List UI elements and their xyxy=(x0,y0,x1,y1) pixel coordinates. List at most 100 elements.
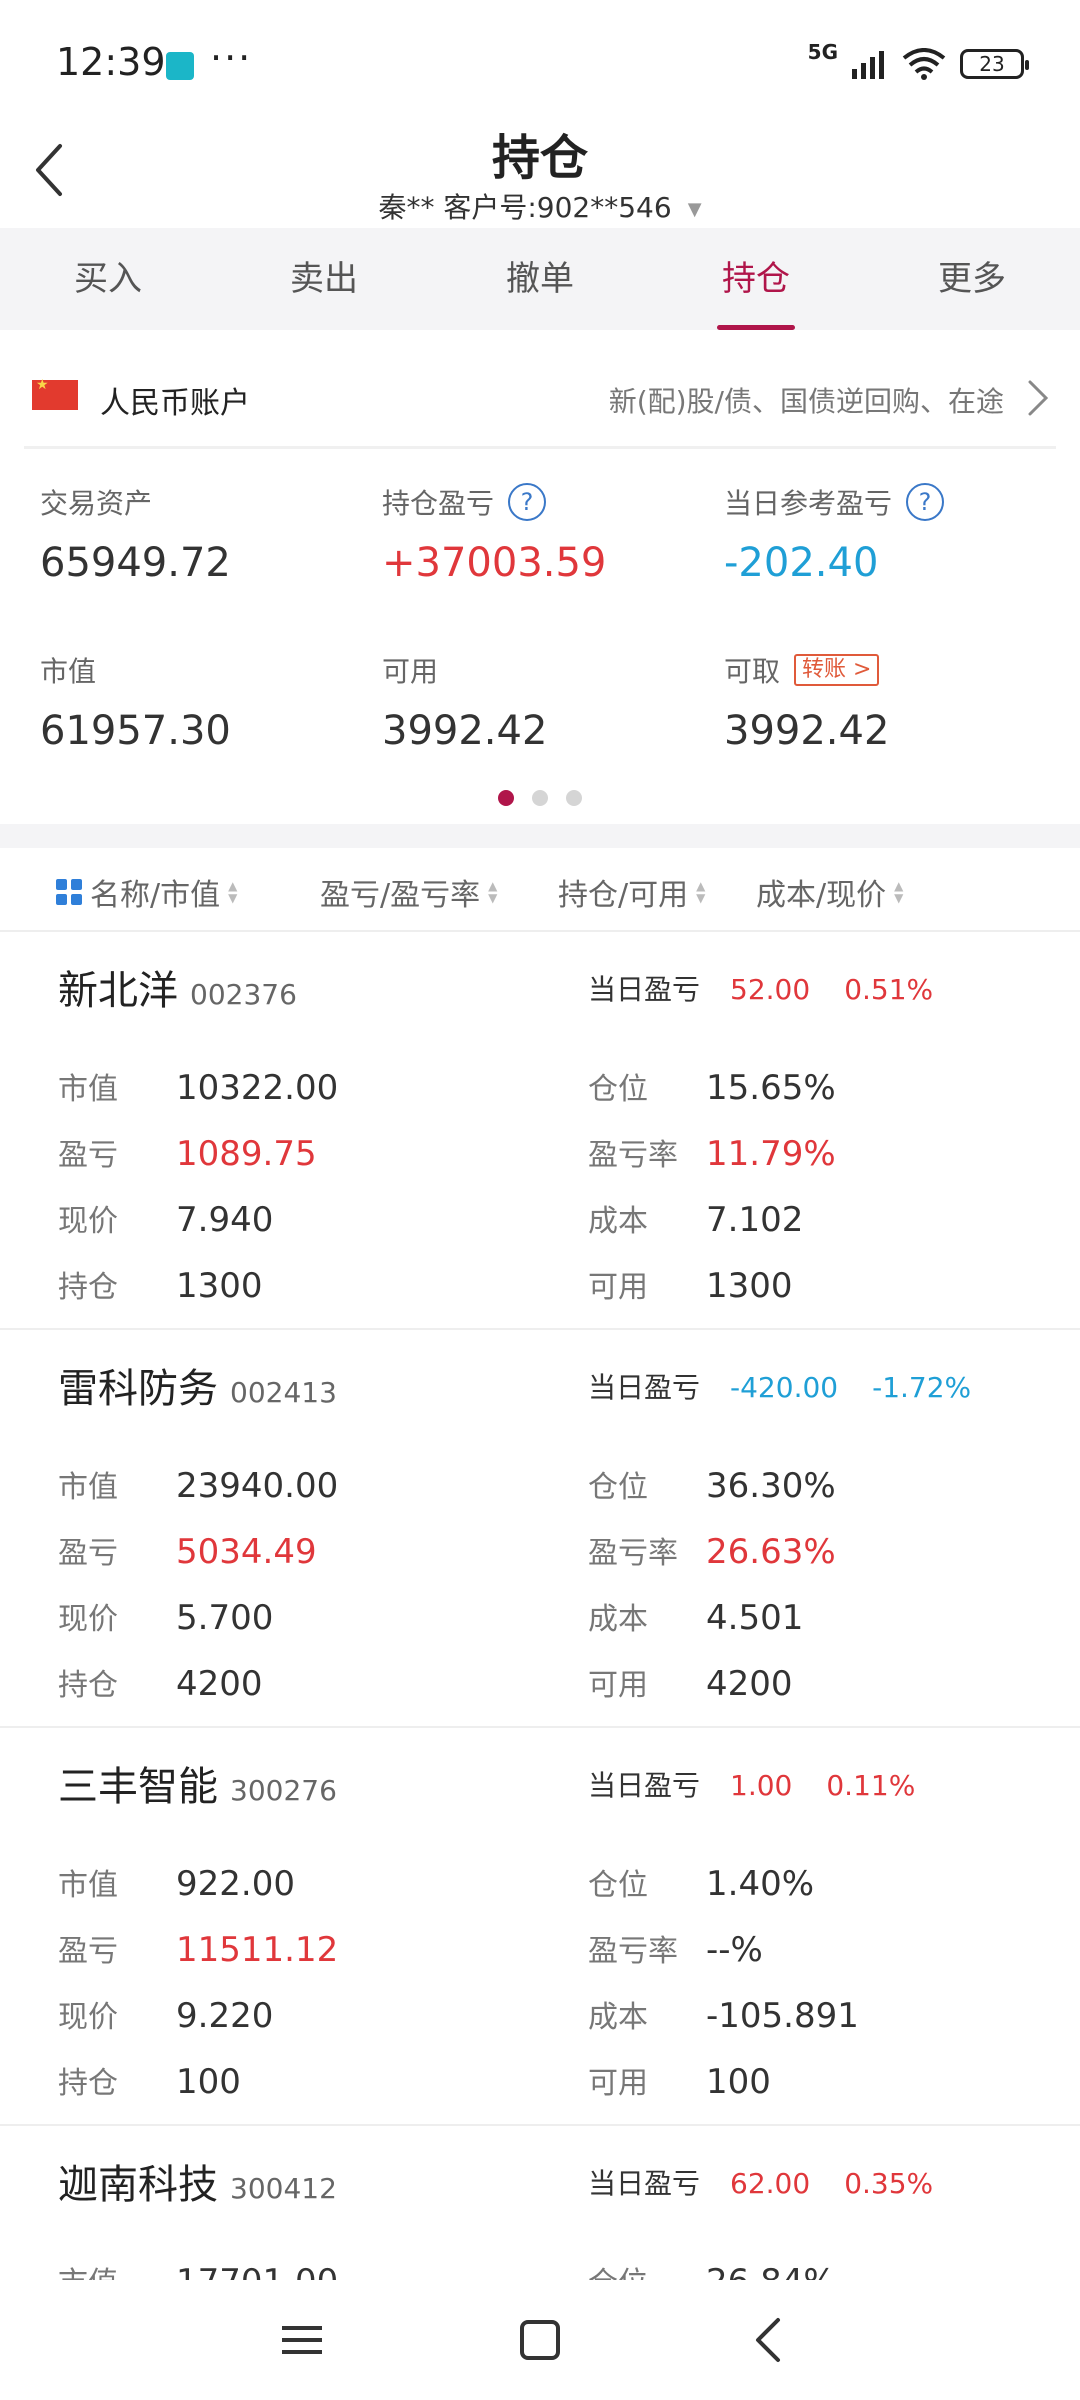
tab-more[interactable]: 更多 xyxy=(864,228,1080,330)
daily-pl-label: 当日盈亏 xyxy=(588,1371,701,1404)
column-cost-label: 成本/现价 xyxy=(756,878,887,913)
daily-pl-label: 当日盈亏 xyxy=(588,1769,701,1802)
daily-pl-pct: 0.51% xyxy=(844,973,934,1006)
daily-pl-pct: -1.72% xyxy=(872,1371,972,1404)
transfer-button[interactable]: 转账 > xyxy=(794,654,880,686)
weight-value: 26.84% xyxy=(706,2262,836,2280)
pl-value: 1089.75 xyxy=(176,1134,317,1174)
pl-rate-label: 盈亏率 xyxy=(588,1138,678,1173)
section-gap xyxy=(0,824,1080,848)
market-value: 市值 61957.30 xyxy=(40,650,231,754)
column-name-label: 名称/市值 xyxy=(90,878,221,913)
pl-rate-value: --% xyxy=(706,1930,763,1970)
pl-rate-label: 盈亏率 xyxy=(588,1934,678,1969)
holding-row[interactable]: 三丰智能 300276 当日盈亏 1.00 0.11% 市值 922.00 仓位 1.40… xyxy=(0,1728,1080,2126)
sort-icon: ▲ ▼ xyxy=(696,879,706,905)
position-label: 持仓 xyxy=(58,2066,118,2101)
daily-pl-value: 52.00 xyxy=(730,973,811,1006)
market-value-value: 61957.30 xyxy=(40,708,231,754)
position-pl: 持仓盈亏? +37003.59 xyxy=(382,482,606,586)
pl-rate-label: 盈亏率 xyxy=(588,1536,678,1571)
daily-pl-value: 1.00 xyxy=(730,1769,793,1802)
account-description: 新(配)股/债、国债逆回购、在途 xyxy=(608,385,1004,418)
stock-code: 002413 xyxy=(230,1376,337,1409)
available-label: 可用 xyxy=(588,1270,648,1305)
daily-pl-label: 当日盈亏 xyxy=(588,973,701,1006)
available-label: 可用 xyxy=(588,2066,648,2101)
chevron-right-icon xyxy=(1028,380,1049,416)
pl-label: 盈亏 xyxy=(58,1536,118,1571)
back-icon[interactable] xyxy=(740,2310,800,2370)
page-dot-active xyxy=(498,790,514,806)
trade-tabs: 买入 卖出 撤单 持仓 更多 xyxy=(0,228,1080,330)
network-type: 5G xyxy=(807,40,838,64)
sort-icon: ▲ ▼ xyxy=(894,879,904,905)
market-value-label: 市值 xyxy=(40,655,97,688)
sort-cost-column[interactable]: 成本/现价 ▲ ▼ xyxy=(756,870,903,914)
market-value-label: 市值 xyxy=(58,2258,176,2280)
daily-pl-pct: 0.11% xyxy=(826,1769,916,1802)
holdings-column-header: 名称/市值 ▲ ▼ 盈亏/盈亏率 ▲ ▼ 持仓/可用 ▲ ▼ 成本/现价 ▲ ▼ xyxy=(0,850,1080,932)
market-value: 23940.00 xyxy=(176,1466,339,1506)
position-label: 持仓 xyxy=(58,1270,118,1305)
available-value: 100 xyxy=(706,2062,771,2102)
holding-row[interactable]: 迦南科技 300412 当日盈亏 62.00 0.35% 市值17701.00 仓位2… xyxy=(0,2126,1080,2280)
help-icon[interactable]: ? xyxy=(906,483,945,521)
app-notification-icon xyxy=(166,52,194,80)
cost-label: 成本 xyxy=(588,1602,648,1637)
available-value: 4200 xyxy=(706,1664,793,1704)
help-icon[interactable]: ? xyxy=(508,483,547,521)
available-label: 可用 xyxy=(588,1668,648,1703)
account-info: 秦** 客户号:902**546 xyxy=(378,191,672,224)
weight-label: 仓位 xyxy=(588,1470,648,1505)
account-label: 人民币账户 xyxy=(100,386,250,421)
grid-view-icon[interactable] xyxy=(56,879,82,905)
cost-value: -105.891 xyxy=(706,1996,859,2036)
menu-icon[interactable] xyxy=(272,2310,332,2370)
dropdown-caret-icon: ▼ xyxy=(687,198,702,220)
tab-holdings[interactable]: 持仓 xyxy=(648,228,864,330)
cost-value: 4.501 xyxy=(706,1598,804,1638)
available-value: 3992.42 xyxy=(382,708,548,754)
weight-label: 仓位 xyxy=(588,1072,648,1107)
tab-cancel[interactable]: 撤单 xyxy=(432,228,648,330)
sort-name-column[interactable]: 名称/市值 ▲ ▼ xyxy=(56,870,237,914)
stock-name: 迦南科技 xyxy=(58,2162,218,2208)
trade-assets: 交易资产 65949.72 xyxy=(40,482,231,586)
holding-row[interactable]: 新北洋 002376 当日盈亏 52.00 0.51% 市值 10322.00 仓位 15… xyxy=(0,932,1080,1330)
stock-name: 三丰智能 xyxy=(58,1764,218,1810)
price-label: 现价 xyxy=(58,1602,118,1637)
withdrawable-funds: 可取 转账 > 3992.42 xyxy=(724,650,889,754)
daily-pl-pct: 0.35% xyxy=(844,2167,934,2200)
sort-pl-column[interactable]: 盈亏/盈亏率 ▲ ▼ xyxy=(320,870,497,914)
status-time: 12:39 xyxy=(56,40,166,84)
position-value: 1300 xyxy=(176,1266,263,1306)
account-selector[interactable]: 秦** 客户号:902**546 ▼ xyxy=(0,186,1080,226)
pl-label: 盈亏 xyxy=(58,1138,118,1173)
price-label: 现价 xyxy=(58,2000,118,2035)
position-value: 100 xyxy=(176,2062,241,2102)
home-icon[interactable] xyxy=(510,2310,570,2370)
cost-label: 成本 xyxy=(588,2000,648,2035)
sort-position-column[interactable]: 持仓/可用 ▲ ▼ xyxy=(558,870,705,914)
column-position-label: 持仓/可用 xyxy=(558,878,689,913)
daily-pl-value: -202.40 xyxy=(724,540,879,586)
daily-pl-value: -420.00 xyxy=(730,1371,839,1404)
stock-code: 300276 xyxy=(230,1774,337,1807)
rmb-account-row[interactable]: 人民币账户 新(配)股/债、国债逆回购、在途 xyxy=(0,352,1080,448)
battery-icon: 23 xyxy=(960,49,1029,79)
page-dot xyxy=(532,790,548,806)
pl-rate-value: 11.79% xyxy=(706,1134,836,1174)
tab-buy[interactable]: 买入 xyxy=(0,228,216,330)
page-title: 持仓 xyxy=(491,130,588,186)
price-value: 9.220 xyxy=(176,1996,274,2036)
weight-label: 仓位 xyxy=(588,2258,706,2280)
holding-row[interactable]: 雷科防务 002413 当日盈亏 -420.00 -1.72% 市值 23940.00 … xyxy=(0,1330,1080,1728)
weight-value: 1.40% xyxy=(706,1864,815,1904)
tab-sell[interactable]: 卖出 xyxy=(216,228,432,330)
withdrawable-value: 3992.42 xyxy=(724,708,890,754)
status-indicators: 5G 23 xyxy=(807,40,1029,86)
market-value: 17701.00 xyxy=(176,2262,338,2280)
position-label: 持仓 xyxy=(58,1668,118,1703)
market-value-label: 市值 xyxy=(58,1868,118,1903)
